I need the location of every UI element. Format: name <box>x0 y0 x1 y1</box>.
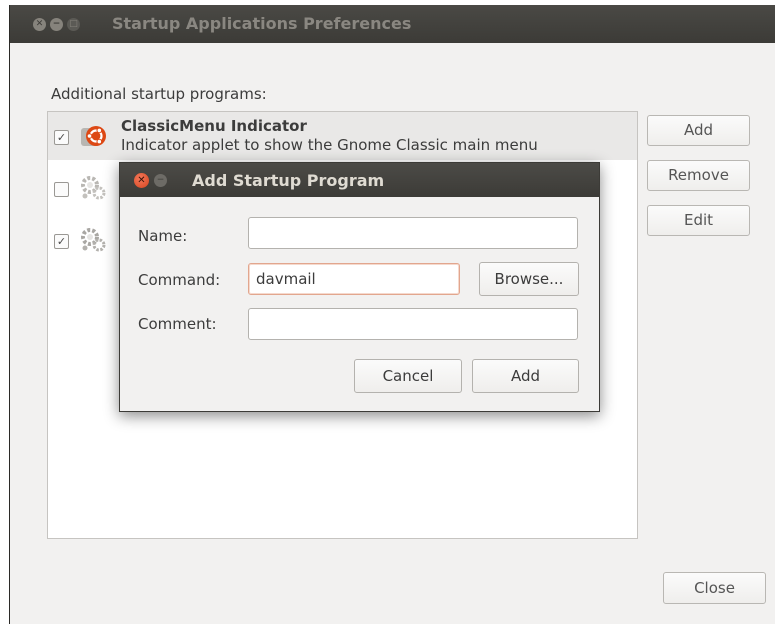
close-button[interactable]: Close <box>663 572 766 604</box>
program-row-classicmenu[interactable]: ✓ ClassicMenu Indicator Indicator applet… <box>48 112 637 160</box>
program-enabled-checkbox[interactable]: ✓ <box>54 130 69 145</box>
main-maximize-icon[interactable]: □ <box>67 18 80 31</box>
command-label: Command: <box>138 271 221 289</box>
add-startup-program-dialog: ✕ − Add Startup Program Name: Command: B… <box>119 162 600 412</box>
browse-button[interactable]: Browse... <box>479 262 579 296</box>
dialog-titlebar[interactable]: ✕ − Add Startup Program <box>120 163 599 197</box>
gears-icon <box>81 228 106 252</box>
command-input[interactable] <box>248 263 460 295</box>
main-titlebar[interactable]: ✕ − □ Startup Applications Preferences <box>10 5 775 43</box>
comment-label: Comment: <box>138 315 217 333</box>
remove-program-button[interactable]: Remove <box>647 160 750 191</box>
gears-icon <box>81 176 106 200</box>
dialog-minimize-icon[interactable]: − <box>154 174 167 187</box>
name-input[interactable] <box>248 217 578 249</box>
ubuntu-logo-icon <box>81 126 106 146</box>
dialog-add-button[interactable]: Add <box>472 359 579 393</box>
program-enabled-checkbox[interactable]: ✓ <box>54 234 69 249</box>
name-label: Name: <box>138 227 188 245</box>
main-minimize-icon[interactable]: − <box>50 18 63 31</box>
program-enabled-checkbox[interactable] <box>54 182 69 197</box>
additional-programs-label: Additional startup programs: <box>51 85 267 103</box>
dialog-title: Add Startup Program <box>192 171 385 190</box>
main-close-icon[interactable]: ✕ <box>33 18 46 31</box>
comment-input[interactable] <box>248 308 578 340</box>
program-title: ClassicMenu Indicator <box>121 117 307 135</box>
main-window-title: Startup Applications Preferences <box>112 14 412 33</box>
add-program-button[interactable]: Add <box>647 115 750 146</box>
program-description: Indicator applet to show the Gnome Class… <box>121 136 538 154</box>
cancel-button[interactable]: Cancel <box>354 359 462 393</box>
edit-program-button[interactable]: Edit <box>647 205 750 236</box>
dialog-close-icon[interactable]: ✕ <box>134 173 149 188</box>
